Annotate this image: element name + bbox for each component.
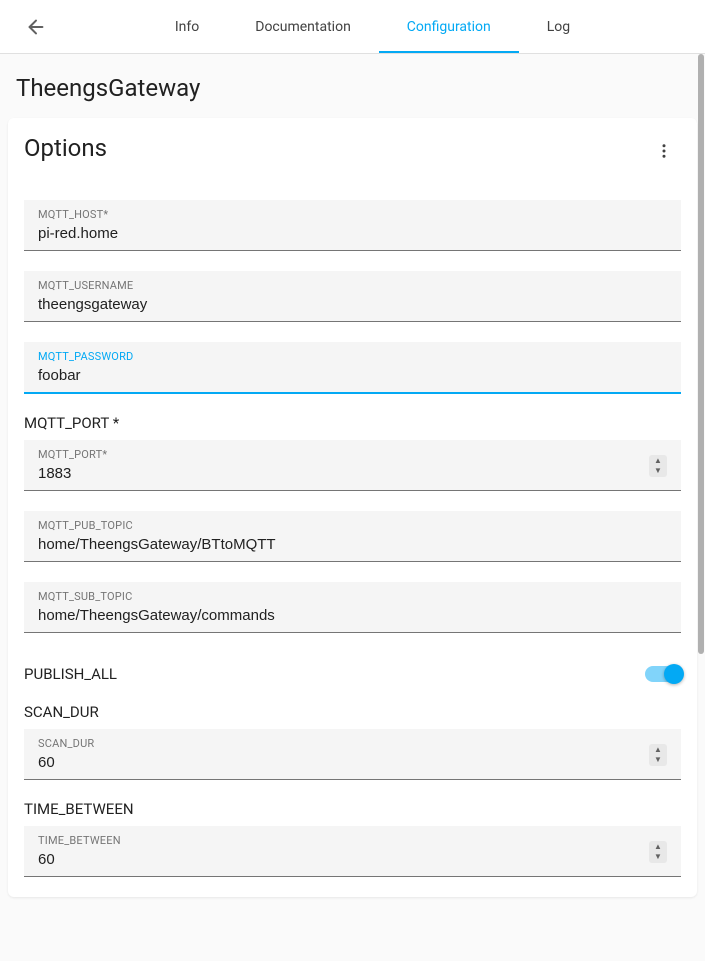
content-area: TheengsGateway Options MQTT_HOST* MQTT_U… — [0, 54, 705, 961]
field-publish-all: PUBLISH_ALL — [8, 665, 697, 683]
field-mqtt-sub-topic: MQTT_SUB_TOPIC — [8, 582, 697, 633]
chevron-down-icon: ▼ — [654, 756, 662, 764]
chevron-down-icon: ▼ — [654, 853, 662, 861]
field-label: MQTT_SUB_TOPIC — [38, 590, 667, 603]
options-card: Options MQTT_HOST* MQTT_USERNAME MQTT_PA… — [8, 118, 697, 897]
mqtt-port-input[interactable] — [38, 463, 649, 484]
tab-log[interactable]: Log — [519, 0, 598, 53]
mqtt-port-input-wrap[interactable]: MQTT_PORT* ▲ ▼ — [24, 440, 681, 491]
time-between-stepper[interactable]: ▲ ▼ — [649, 841, 667, 863]
field-outer-label: SCAN_DUR — [24, 703, 681, 721]
chevron-up-icon: ▲ — [654, 843, 662, 851]
field-mqtt-pub-topic: MQTT_PUB_TOPIC — [8, 511, 697, 562]
tab-label: Configuration — [407, 19, 491, 35]
card-header: Options — [8, 118, 697, 180]
page-title: TheengsGateway — [0, 54, 705, 118]
field-label: MQTT_HOST* — [38, 208, 667, 221]
field-mqtt-port: MQTT_PORT * MQTT_PORT* ▲ ▼ — [8, 414, 697, 491]
mqtt-password-input-wrap[interactable]: MQTT_PASSWORD — [24, 342, 681, 394]
field-outer-label: MQTT_PORT * — [24, 414, 681, 432]
card-title: Options — [24, 134, 107, 162]
mqtt-port-stepper[interactable]: ▲ ▼ — [649, 455, 667, 477]
mqtt-sub-topic-input[interactable] — [38, 605, 667, 626]
mqtt-password-input[interactable] — [38, 365, 667, 386]
chevron-up-icon: ▲ — [654, 746, 662, 754]
tab-configuration[interactable]: Configuration — [379, 0, 519, 53]
mqtt-username-input[interactable] — [38, 294, 667, 315]
mqtt-host-input-wrap[interactable]: MQTT_HOST* — [24, 200, 681, 251]
toggle-thumb — [664, 664, 684, 684]
field-label: TIME_BETWEEN — [38, 834, 649, 847]
mqtt-pub-topic-input[interactable] — [38, 534, 667, 555]
tab-bar: Info Documentation Configuration Log — [56, 0, 689, 53]
chevron-up-icon: ▲ — [654, 457, 662, 465]
dots-vertical-icon — [655, 142, 673, 160]
time-between-input-wrap[interactable]: TIME_BETWEEN ▲ ▼ — [24, 826, 681, 877]
field-label: MQTT_PASSWORD — [38, 350, 667, 363]
mqtt-sub-topic-input-wrap[interactable]: MQTT_SUB_TOPIC — [24, 582, 681, 633]
field-outer-label: TIME_BETWEEN — [24, 800, 681, 818]
scan-dur-stepper[interactable]: ▲ ▼ — [649, 744, 667, 766]
field-label: SCAN_DUR — [38, 737, 649, 750]
scrollbar-track — [697, 54, 705, 961]
tab-label: Info — [175, 19, 199, 35]
field-mqtt-host: MQTT_HOST* — [8, 200, 697, 251]
arrow-left-icon — [25, 16, 47, 38]
scan-dur-input[interactable] — [38, 752, 649, 773]
mqtt-host-input[interactable] — [38, 223, 667, 244]
field-mqtt-username: MQTT_USERNAME — [8, 271, 697, 322]
tab-documentation[interactable]: Documentation — [227, 0, 379, 53]
field-time-between: TIME_BETWEEN TIME_BETWEEN ▲ ▼ — [8, 800, 697, 877]
tab-info[interactable]: Info — [147, 0, 227, 53]
chevron-down-icon: ▼ — [654, 467, 662, 475]
toggle-label: PUBLISH_ALL — [24, 665, 117, 683]
time-between-input[interactable] — [38, 849, 649, 870]
mqtt-pub-topic-input-wrap[interactable]: MQTT_PUB_TOPIC — [24, 511, 681, 562]
card-menu-button[interactable] — [647, 134, 681, 172]
publish-all-toggle[interactable] — [645, 666, 681, 682]
header-bar: Info Documentation Configuration Log — [0, 0, 705, 54]
scan-dur-input-wrap[interactable]: SCAN_DUR ▲ ▼ — [24, 729, 681, 780]
field-scan-dur: SCAN_DUR SCAN_DUR ▲ ▼ — [8, 703, 697, 780]
field-label: MQTT_PUB_TOPIC — [38, 519, 667, 532]
field-label: MQTT_PORT* — [38, 448, 649, 461]
tab-label: Log — [547, 19, 570, 35]
field-label: MQTT_USERNAME — [38, 279, 667, 292]
scrollbar-thumb[interactable] — [698, 54, 704, 654]
tab-label: Documentation — [255, 19, 351, 35]
field-mqtt-password: MQTT_PASSWORD — [8, 342, 697, 394]
mqtt-username-input-wrap[interactable]: MQTT_USERNAME — [24, 271, 681, 322]
back-button[interactable] — [16, 7, 56, 47]
